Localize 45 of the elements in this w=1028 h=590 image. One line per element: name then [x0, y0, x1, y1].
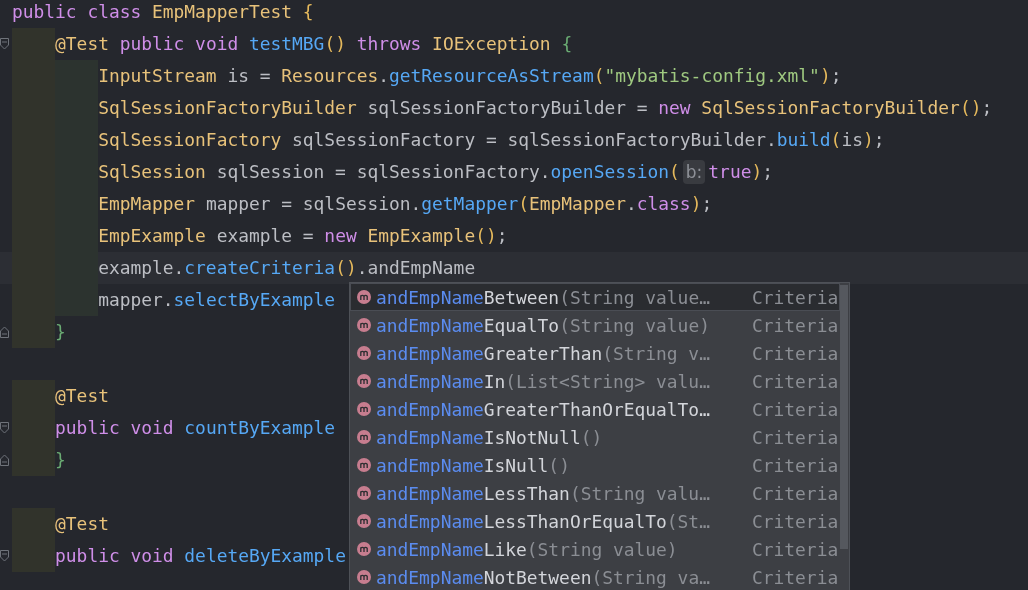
code-text: @Test public void testMBG() throws IOException { [55, 32, 573, 56]
code-text: @Test [55, 384, 109, 408]
fold-icon[interactable] [0, 38, 9, 50]
method-icon [357, 570, 371, 584]
code-text: SqlSession sqlSession = sqlSessionFactory.openSession( [98, 160, 680, 184]
method-icon [357, 486, 371, 500]
code-text: public void deleteByExample [55, 544, 346, 568]
completion-item[interactable]: andEmpNameLessThanOrEqualTo(St… Criteria [350, 507, 840, 535]
method-icon [357, 458, 371, 472]
completion-item[interactable]: andEmpNameEqualTo(String value) Criteria [350, 311, 840, 339]
completion-item[interactable]: andEmpNameNotBetween(String va… Criteria [350, 563, 840, 590]
method-icon [357, 346, 371, 360]
method-icon [357, 430, 371, 444]
method-icon [357, 318, 371, 332]
code-text: EmpMapper mapper = sqlSession.getMapper(EmpMapper.class); [98, 192, 713, 216]
completion-item[interactable]: andEmpNameLessThan(String valu… Criteria [350, 479, 840, 507]
completion-item[interactable]: andEmpNameGreaterThan(String v… Criteria [350, 339, 840, 367]
completion-item[interactable]: andEmpNameLike(String value) Criteria [350, 535, 840, 563]
code-text: true); [708, 160, 773, 184]
code-text: @Test [55, 512, 109, 536]
method-icon [357, 374, 371, 388]
method-icon [357, 542, 371, 556]
code-text: public void countByExample [55, 416, 336, 440]
fold-icon[interactable] [0, 454, 9, 466]
completion-item[interactable]: andEmpNameIsNull() Criteria [350, 451, 840, 479]
code-text: public class EmpMapperTest { [12, 0, 314, 24]
parameter-hint: b: [682, 160, 706, 184]
code-text: SqlSessionFactory sqlSessionFactory = sqlSessionFactoryBuilder.build(is); [98, 128, 885, 152]
method-icon [357, 402, 371, 416]
code-text: EmpExample example = new EmpExample(); [98, 224, 508, 248]
code-text: SqlSessionFactoryBuilder sqlSessionFactoryBuilder = new SqlSessionFactoryBuilder(); [98, 96, 993, 120]
code-text: } [55, 320, 66, 344]
method-icon [357, 290, 371, 304]
code-text: } [55, 448, 66, 472]
completion-item[interactable]: andEmpNameGreaterThanOrEqualTo… Criteria [350, 395, 840, 423]
completion-item[interactable]: andEmpNameBetween(String value… Criteria [350, 283, 840, 311]
completion-item[interactable]: andEmpNameIsNotNull() Criteria [350, 423, 840, 451]
code-text: example.createCriteria().andEmpName [98, 256, 476, 280]
code-text: InputStream is = Resources.getResourceAsStream("mybatis-config.xml"); [98, 64, 842, 88]
fold-icon[interactable] [0, 422, 9, 434]
code-text: mapper.selectByExample [98, 288, 336, 312]
fold-icon[interactable] [0, 326, 9, 338]
method-icon [357, 514, 371, 528]
completion-item[interactable]: andEmpNameIn(List<String> valu… Criteria [350, 367, 840, 395]
fold-icon[interactable] [0, 550, 9, 562]
